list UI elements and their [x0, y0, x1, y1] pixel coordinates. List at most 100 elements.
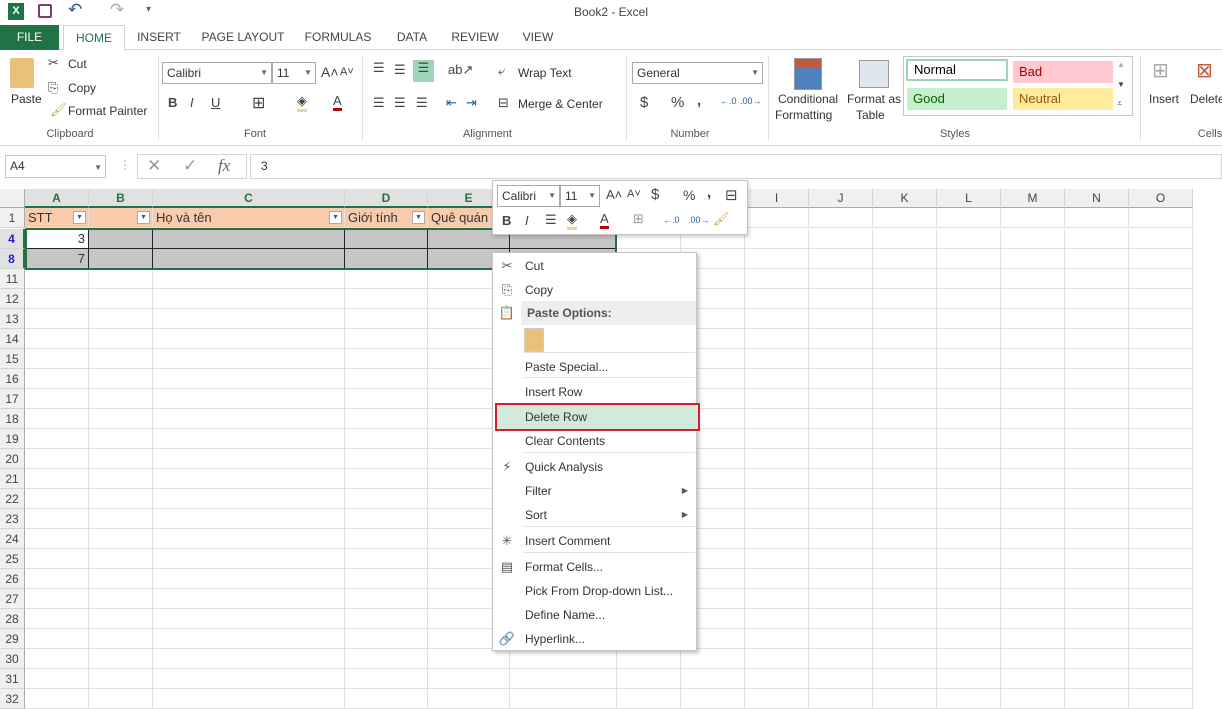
cell-M13[interactable] — [1001, 309, 1065, 329]
cell-K18[interactable] — [873, 409, 937, 429]
gallery-more-icon[interactable]: ⩡ — [1117, 98, 1122, 109]
cell-M1[interactable] — [1001, 208, 1065, 228]
cell-K16[interactable] — [873, 369, 937, 389]
select-all-button[interactable] — [0, 189, 25, 208]
menu-item-sort[interactable]: Sort ▶ — [493, 503, 696, 527]
cell-D11[interactable] — [345, 269, 428, 289]
menu-item-delete-row[interactable]: Delete Row — [495, 403, 700, 431]
cell-G32[interactable] — [617, 689, 681, 709]
row-header-14[interactable]: 14 — [0, 329, 25, 349]
cell-M23[interactable] — [1001, 509, 1065, 529]
row-header-1[interactable]: 1 — [0, 208, 25, 228]
cell-E30[interactable] — [428, 649, 510, 669]
align-right-icon[interactable]: ☰ — [416, 95, 428, 111]
cell-I27[interactable] — [745, 589, 809, 609]
cell-D15[interactable] — [345, 349, 428, 369]
cell-M30[interactable] — [1001, 649, 1065, 669]
menu-item-paste-options[interactable]: 📋 Paste Options: — [499, 301, 696, 325]
cell-D1[interactable]: Giới tính ▼ — [345, 208, 428, 228]
cell-B26[interactable] — [89, 569, 153, 589]
cell-A18[interactable] — [25, 409, 89, 429]
cell-O23[interactable] — [1129, 509, 1193, 529]
cell-C20[interactable] — [153, 449, 345, 469]
cell-I21[interactable] — [745, 469, 809, 489]
cell-A21[interactable] — [25, 469, 89, 489]
cell-M21[interactable] — [1001, 469, 1065, 489]
cell-M17[interactable] — [1001, 389, 1065, 409]
menu-item-cut[interactable]: ✂ Cut — [493, 254, 696, 278]
mini-fill-color-icon[interactable]: ◈ — [567, 211, 577, 230]
cell-C32[interactable] — [153, 689, 345, 709]
cell-D18[interactable] — [345, 409, 428, 429]
cell-O25[interactable] — [1129, 549, 1193, 569]
cell-I11[interactable] — [745, 269, 809, 289]
cell-I25[interactable] — [745, 549, 809, 569]
cell-O18[interactable] — [1129, 409, 1193, 429]
font-color-icon[interactable]: A — [333, 93, 342, 111]
cell-C15[interactable] — [153, 349, 345, 369]
cell-M22[interactable] — [1001, 489, 1065, 509]
cell-A11[interactable] — [25, 269, 89, 289]
cell-O1[interactable] — [1129, 208, 1193, 228]
cell-O22[interactable] — [1129, 489, 1193, 509]
cell-J24[interactable] — [809, 529, 873, 549]
cell-N29[interactable] — [1065, 629, 1129, 649]
cell-B11[interactable] — [89, 269, 153, 289]
cell-C30[interactable] — [153, 649, 345, 669]
row-header-21[interactable]: 21 — [0, 469, 25, 489]
cell-I12[interactable] — [745, 289, 809, 309]
cell-O13[interactable] — [1129, 309, 1193, 329]
cell-C17[interactable] — [153, 389, 345, 409]
cell-K29[interactable] — [873, 629, 937, 649]
cell-K20[interactable] — [873, 449, 937, 469]
filter-dropdown-icon[interactable]: ▼ — [329, 211, 342, 224]
number-format-select[interactable]: General ▼ — [632, 62, 763, 84]
cell-I17[interactable] — [745, 389, 809, 409]
format-as-table-button[interactable]: Format as — [847, 92, 901, 106]
row-header-16[interactable]: 16 — [0, 369, 25, 389]
cell-N23[interactable] — [1065, 509, 1129, 529]
cell-K4[interactable] — [873, 229, 937, 249]
tab-home[interactable]: HOME — [63, 25, 125, 51]
cell-B13[interactable] — [89, 309, 153, 329]
column-header-C[interactable]: C — [153, 189, 345, 208]
cell-L24[interactable] — [937, 529, 1001, 549]
cell-C26[interactable] — [153, 569, 345, 589]
cell-M32[interactable] — [1001, 689, 1065, 709]
cell-B29[interactable] — [89, 629, 153, 649]
row-header-11[interactable]: 11 — [0, 269, 25, 289]
column-header-K[interactable]: K — [873, 189, 937, 208]
cell-G31[interactable] — [617, 669, 681, 689]
cell-K30[interactable] — [873, 649, 937, 669]
mini-decrease-font-icon[interactable]: A˅ — [627, 188, 641, 200]
decrease-font-icon[interactable]: A˅ — [340, 66, 354, 78]
cell-L32[interactable] — [937, 689, 1001, 709]
cell-N11[interactable] — [1065, 269, 1129, 289]
column-header-N[interactable]: N — [1065, 189, 1129, 208]
orientation-icon[interactable]: ab↗ — [448, 62, 473, 78]
row-header-25[interactable]: 25 — [0, 549, 25, 569]
cell-N8[interactable] — [1065, 249, 1129, 269]
cell-C25[interactable] — [153, 549, 345, 569]
cell-A17[interactable] — [25, 389, 89, 409]
cell-A19[interactable] — [25, 429, 89, 449]
cell-K13[interactable] — [873, 309, 937, 329]
style-good[interactable]: Good — [907, 88, 1007, 110]
filter-dropdown-icon[interactable]: ▼ — [73, 211, 86, 224]
cell-I13[interactable] — [745, 309, 809, 329]
cell-N30[interactable] — [1065, 649, 1129, 669]
cell-B23[interactable] — [89, 509, 153, 529]
cell-J31[interactable] — [809, 669, 873, 689]
row-header-26[interactable]: 26 — [0, 569, 25, 589]
cell-O30[interactable] — [1129, 649, 1193, 669]
cell-D22[interactable] — [345, 489, 428, 509]
cell-B25[interactable] — [89, 549, 153, 569]
cell-B12[interactable] — [89, 289, 153, 309]
cell-I24[interactable] — [745, 529, 809, 549]
cell-N21[interactable] — [1065, 469, 1129, 489]
align-bottom-icon[interactable]: ☰ — [413, 60, 434, 82]
increase-indent-icon[interactable]: ⇥ — [466, 95, 477, 111]
cell-J8[interactable] — [809, 249, 873, 269]
cell-A16[interactable] — [25, 369, 89, 389]
cell-K32[interactable] — [873, 689, 937, 709]
